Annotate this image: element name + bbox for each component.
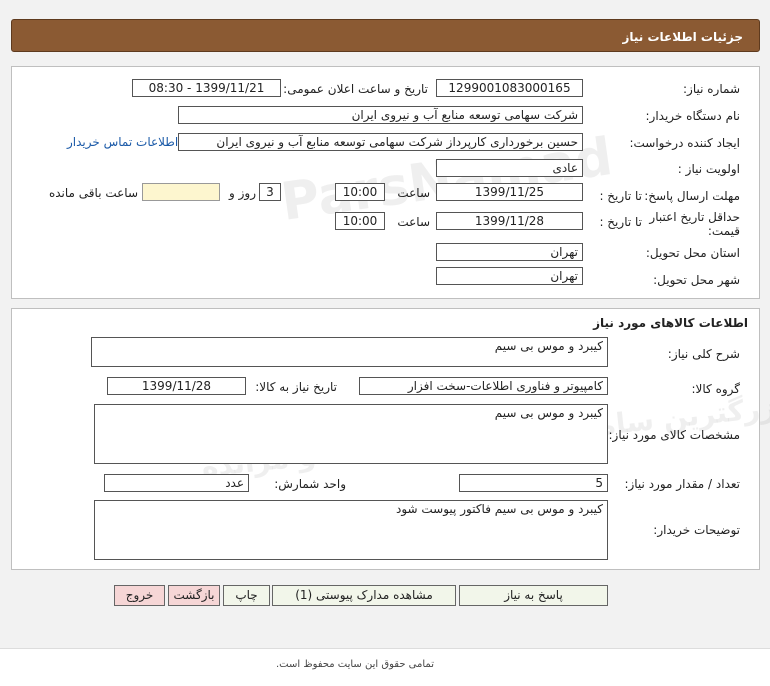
goods-section-title: اطلاعات کالاهای مورد نیاز (593, 316, 748, 330)
group-label: گروه کالا: (691, 382, 741, 396)
creator-label: ایجاد کننده درخواست: (629, 136, 740, 150)
specs-field: کیبرد و موس بی سیم (94, 404, 608, 464)
announce-field: 1399/11/21 - 08:30 (132, 79, 281, 97)
province-field: تهران (436, 243, 583, 261)
need-date-field: 1399/11/28 (107, 377, 246, 395)
general-desc-field: کیبرد و موس بی سیم (91, 337, 608, 367)
city-field: تهران (436, 267, 583, 285)
days-label: روز و (229, 186, 256, 200)
qty-field: 5 (459, 474, 608, 492)
back-button[interactable]: بازگشت (168, 585, 220, 606)
group-field: کامپیوتر و فناوری اطلاعات-سخت افزار (359, 377, 608, 395)
general-desc-label: شرح کلی نیاز: (667, 347, 740, 361)
price-until-label: تا تاریخ : (599, 215, 642, 229)
creator-field: حسین برخورداری کارپرداز شرکت سهامی توسعه… (178, 133, 583, 151)
deadline-time-label: ساعت (397, 186, 430, 200)
remaining-label: ساعت باقی مانده (48, 186, 138, 200)
remaining-days-field: 3 (259, 183, 281, 201)
province-label: استان محل تحویل: (645, 246, 740, 260)
deadline-label: مهلت ارسال پاسخ: (644, 189, 740, 203)
buyer-org-field: شرکت سهامی توسعه منابع آب و نیروی ایران (178, 106, 583, 124)
city-label: شهر محل تحویل: (653, 273, 740, 287)
price-time-field: 10:00 (335, 212, 385, 230)
need-number-field: 1299001083000165 (436, 79, 583, 97)
unit-field: عدد (104, 474, 249, 492)
remaining-hours-field (142, 183, 220, 201)
need-date-label: تاریخ نیاز به کالا: (255, 380, 337, 394)
print-button[interactable]: چاپ (223, 585, 270, 606)
priority-field: عادی (436, 159, 583, 177)
price-time-label: ساعت (397, 215, 430, 229)
copyright-text: تمامی حقوق این سایت محفوظ است. (275, 659, 434, 670)
view-attachments-button[interactable]: مشاهده مدارک پیوستی (1) (272, 585, 456, 606)
deadline-until-label: تا تاریخ : (599, 189, 642, 203)
buyer-notes-field: کیبرد و موس بی سیم فاکتور پیوست شود (94, 500, 608, 560)
deadline-time-field: 10:00 (335, 183, 385, 201)
priority-label: اولویت نیاز : (677, 162, 740, 176)
unit-label: واحد شمارش: (274, 477, 346, 491)
qty-label: تعداد / مقدار مورد نیاز: (624, 477, 740, 491)
price-date-field: 1399/11/28 (436, 212, 583, 230)
specs-label: مشخصات کالای مورد نیاز: (608, 428, 740, 442)
page-title: جزئیات اطلاعات نیاز (11, 19, 760, 52)
need-number-label: شماره نیاز: (683, 82, 740, 96)
exit-button[interactable]: خروج (114, 585, 165, 606)
announce-label: تاریخ و ساعت اعلان عمومی: (283, 82, 428, 96)
price-validity-label: حداقل تاریخ اعتبار قیمت: (649, 210, 740, 238)
buyer-notes-label: توضیحات خریدار: (653, 523, 740, 537)
reply-button[interactable]: پاسخ به نیاز (459, 585, 608, 606)
contact-buyer-link[interactable]: اطلاعات تماس خریدار (67, 135, 178, 149)
buyer-org-label: نام دستگاه خریدار: (645, 109, 741, 123)
deadline-date-field: 1399/11/25 (436, 183, 583, 201)
footer: تمامی حقوق این سایت محفوظ است. (0, 648, 770, 686)
